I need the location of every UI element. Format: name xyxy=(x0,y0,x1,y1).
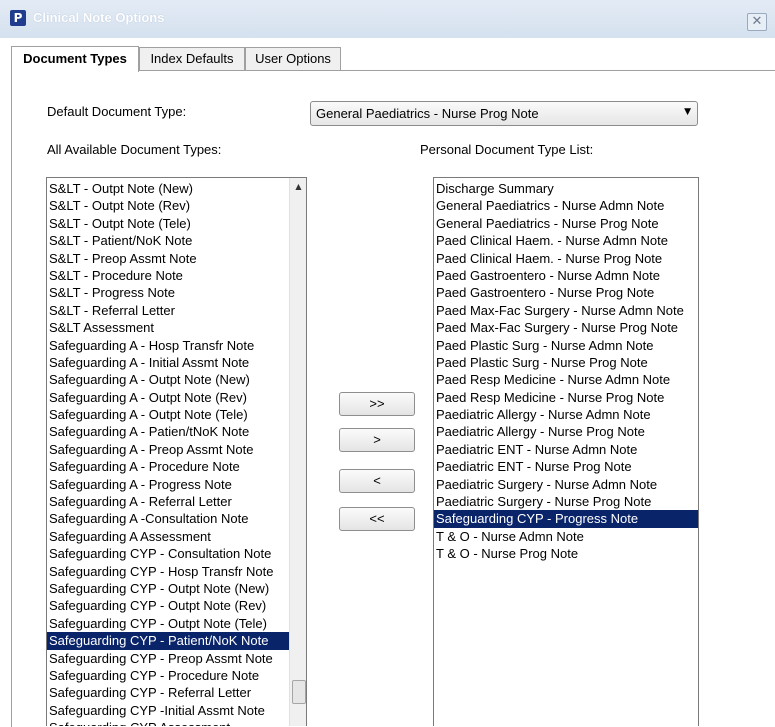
list-item[interactable]: Safeguarding A - Outpt Note (New) xyxy=(47,371,290,388)
list-item[interactable]: Safeguarding A - Preop Assmt Note xyxy=(47,441,290,458)
list-item[interactable]: Paediatric ENT - Nurse Prog Note xyxy=(434,458,698,475)
list-item[interactable]: S&LT - Referral Letter xyxy=(47,302,290,319)
list-item[interactable]: Paed Clinical Haem. - Nurse Prog Note xyxy=(434,250,698,267)
default-type-select[interactable]: General Paediatrics - Nurse Prog Note ▼ xyxy=(310,101,698,126)
list-item[interactable]: Safeguarding A -Consultation Note xyxy=(47,510,290,527)
list-item[interactable]: Safeguarding CYP - Outpt Note (New) xyxy=(47,580,290,597)
tab-document-types[interactable]: Document Types xyxy=(11,46,139,72)
list-item[interactable]: Safeguarding A - Outpt Note (Rev) xyxy=(47,389,290,406)
app-logo-icon: P xyxy=(10,10,26,26)
list-item[interactable]: General Paediatrics - Nurse Prog Note xyxy=(434,215,698,232)
list-item[interactable]: General Paediatrics - Nurse Admn Note xyxy=(434,197,698,214)
list-item[interactable]: Safeguarding CYP -Initial Assmt Note xyxy=(47,702,290,719)
list-item[interactable]: Safeguarding CYP - Hosp Transfr Note xyxy=(47,563,290,580)
list-item[interactable]: S&LT Assessment xyxy=(47,319,290,336)
list-item[interactable]: Paediatric ENT - Nurse Admn Note xyxy=(434,441,698,458)
remove-selected-button[interactable]: < xyxy=(339,469,415,493)
list-item[interactable]: S&LT - Preop Assmt Note xyxy=(47,250,290,267)
add-all-button[interactable]: >> xyxy=(339,392,415,416)
list-item[interactable]: Safeguarding A - Progress Note xyxy=(47,476,290,493)
list-item[interactable]: Safeguarding CYP Assessment xyxy=(47,719,290,726)
list-item[interactable]: Safeguarding CYP - Preop Assmt Note xyxy=(47,650,290,667)
personal-types-list[interactable]: Discharge Summary General Paediatrics - N… xyxy=(433,177,699,726)
list-item[interactable]: S&LT - Outpt Note (Rev) xyxy=(47,197,290,214)
list-item[interactable]: Paed Clinical Haem. - Nurse Admn Note xyxy=(434,232,698,249)
list-item[interactable]: Safeguarding A - Procedure Note xyxy=(47,458,290,475)
dropdown-arrow-icon[interactable]: ▼ xyxy=(684,107,691,117)
list-item[interactable]: T & O - Nurse Admn Note xyxy=(434,528,698,545)
default-type-label: Default Document Type: xyxy=(47,104,187,119)
list-item[interactable]: Safeguarding CYP - Outpt Note (Tele) xyxy=(47,615,290,632)
list-item[interactable]: Safeguarding A - Referral Letter xyxy=(47,493,290,510)
list-item[interactable]: Safeguarding A - Hosp Transfr Note xyxy=(47,337,290,354)
list-item[interactable]: Paed Resp Medicine - Nurse Prog Note xyxy=(434,389,698,406)
available-types-label: All Available Document Types: xyxy=(47,142,222,157)
scroll-thumb[interactable] xyxy=(292,680,306,704)
list-item[interactable]: S&LT - Progress Note xyxy=(47,284,290,301)
list-item[interactable]: Paed Max-Fac Surgery - Nurse Prog Note xyxy=(434,319,698,336)
list-item[interactable]: Paediatric Allergy - Nurse Admn Note xyxy=(434,406,698,423)
scroll-up-arrow-icon[interactable]: ▲ xyxy=(290,178,306,195)
list-item[interactable]: Safeguarding A - Outpt Note (Tele) xyxy=(47,406,290,423)
list-item[interactable]: Safeguarding CYP - Outpt Note (Rev) xyxy=(47,597,290,614)
list-item[interactable]: Safeguarding A - Patien/tNoK Note xyxy=(47,423,290,440)
close-button[interactable]: ✕ xyxy=(747,13,767,31)
list-item[interactable]: Paed Gastroentero - Nurse Prog Note xyxy=(434,284,698,301)
list-item[interactable]: Paed Plastic Surg - Nurse Prog Note xyxy=(434,354,698,371)
remove-all-button[interactable]: << xyxy=(339,507,415,531)
add-selected-button[interactable]: > xyxy=(339,428,415,452)
list-item[interactable]: S&LT - Outpt Note (New) xyxy=(47,180,290,197)
list-item[interactable]: Safeguarding CYP - Referral Letter xyxy=(47,684,290,701)
list-item[interactable]: Safeguarding CYP - Procedure Note xyxy=(47,667,290,684)
tab-strip: Document Types Index Defaults User Optio… xyxy=(0,46,775,72)
list-item[interactable]: Safeguarding CYP - Patient/NoK Note xyxy=(47,632,290,650)
available-types-list[interactable]: S&LT - Outpt Note (New) S&LT - Outpt Note… xyxy=(46,177,307,726)
list-item[interactable]: S&LT - Procedure Note xyxy=(47,267,290,284)
list-item[interactable]: Paediatric Allergy - Nurse Prog Note xyxy=(434,423,698,440)
list-item[interactable]: T & O - Nurse Prog Note xyxy=(434,545,698,562)
list-item[interactable]: Discharge Summary xyxy=(434,180,698,197)
personal-types-label: Personal Document Type List: xyxy=(420,142,594,157)
list-item[interactable]: Paed Max-Fac Surgery - Nurse Admn Note xyxy=(434,302,698,319)
title-bar: P Clinical Note Options ✕ xyxy=(0,0,775,38)
tab-user-options[interactable]: User Options xyxy=(245,47,341,71)
list-item[interactable]: Paed Plastic Surg - Nurse Admn Note xyxy=(434,337,698,354)
list-item[interactable]: Safeguarding CYP - Progress Note xyxy=(434,510,698,528)
list-item[interactable]: S&LT - Outpt Note (Tele) xyxy=(47,215,290,232)
list-item[interactable]: Paed Gastroentero - Nurse Admn Note xyxy=(434,267,698,284)
window-title: Clinical Note Options xyxy=(33,10,165,25)
available-list-scrollbar[interactable]: ▲ xyxy=(289,178,306,726)
tab-index-defaults[interactable]: Index Defaults xyxy=(139,47,245,71)
list-item[interactable]: S&LT - Patient/NoK Note xyxy=(47,232,290,249)
list-item[interactable]: Safeguarding A - Initial Assmt Note xyxy=(47,354,290,371)
list-item[interactable]: Paediatric Surgery - Nurse Admn Note xyxy=(434,476,698,493)
list-item[interactable]: Safeguarding A Assessment xyxy=(47,528,290,545)
default-type-value: General Paediatrics - Nurse Prog Note xyxy=(316,106,539,121)
list-item[interactable]: Paed Resp Medicine - Nurse Admn Note xyxy=(434,371,698,388)
list-item[interactable]: Safeguarding CYP - Consultation Note xyxy=(47,545,290,562)
list-item[interactable]: Paediatric Surgery - Nurse Prog Note xyxy=(434,493,698,510)
